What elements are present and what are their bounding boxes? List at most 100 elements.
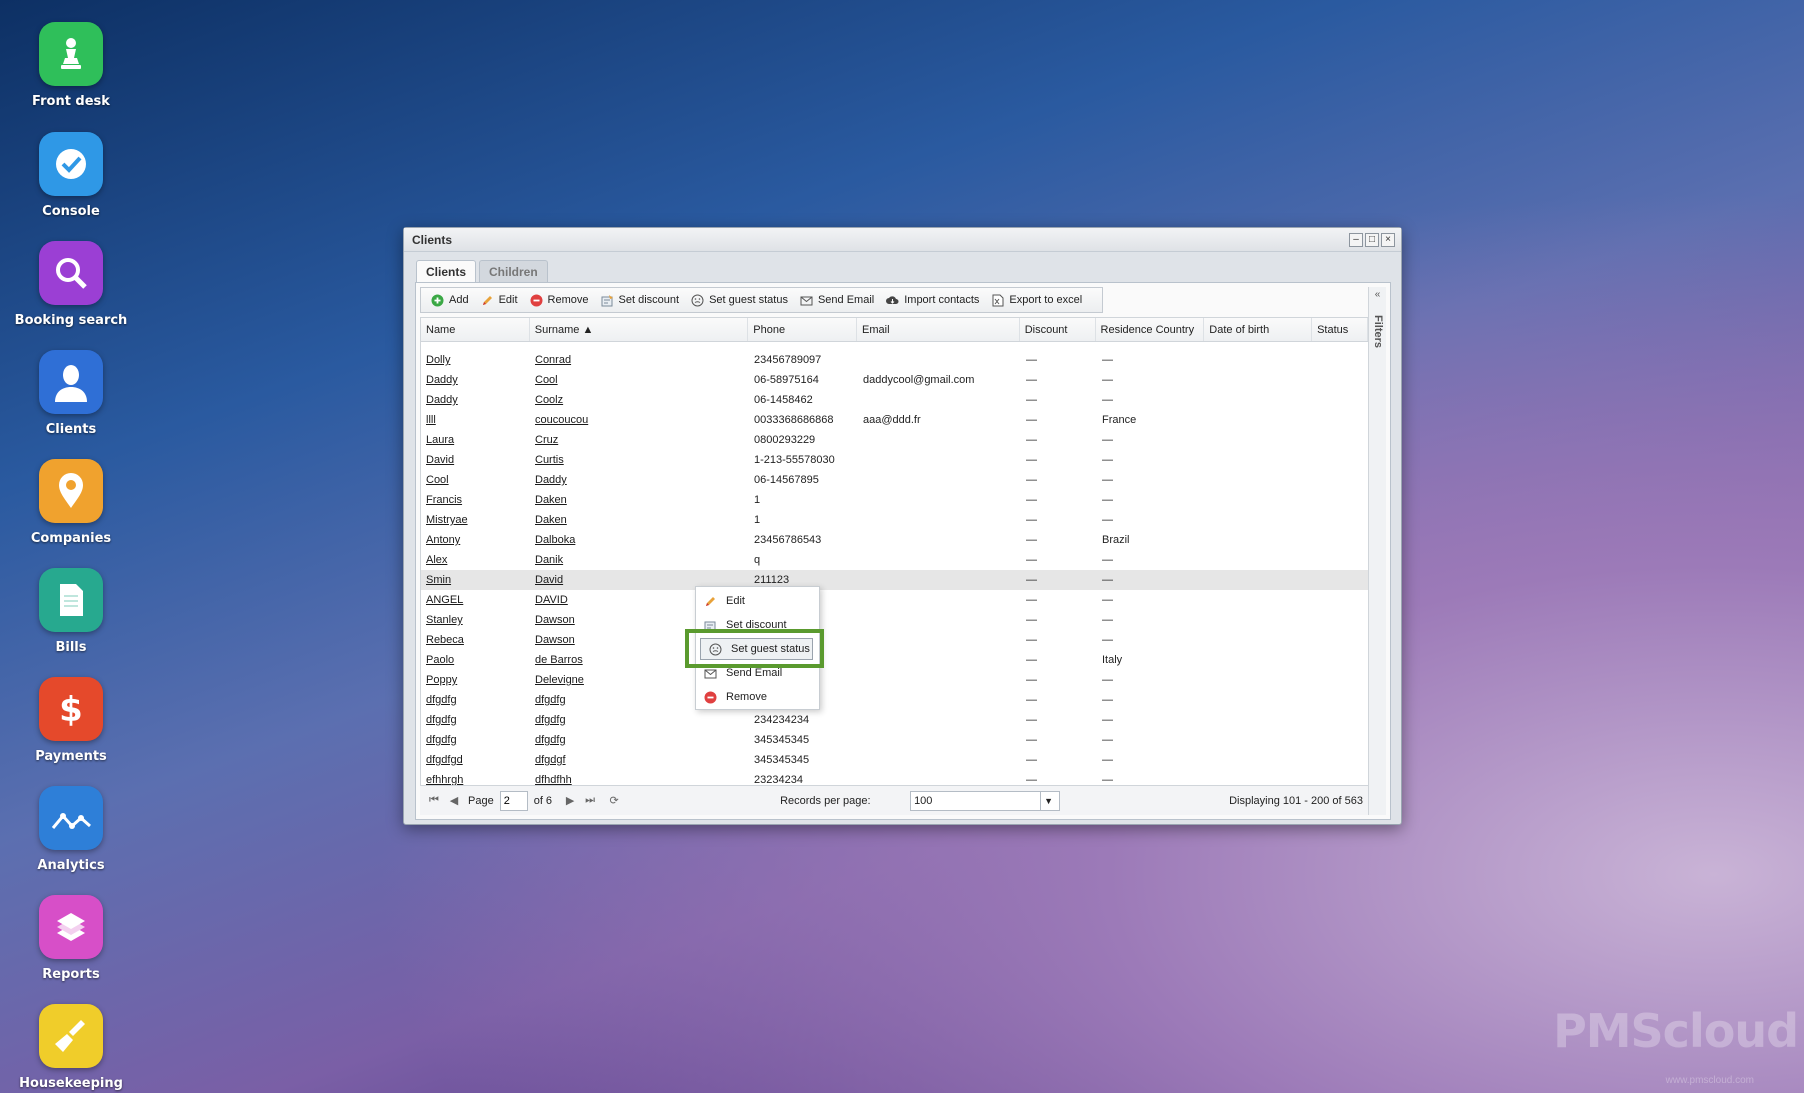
client-name-link[interactable]: Stanley bbox=[426, 614, 463, 626]
client-name-link[interactable]: Dolly bbox=[426, 354, 450, 366]
client-surname-link[interactable]: Curtis bbox=[535, 454, 564, 466]
client-name-link[interactable]: David bbox=[426, 454, 454, 466]
client-surname-link[interactable]: Dalboka bbox=[535, 534, 575, 546]
table-row[interactable]: David Curtis 1-213-55578030 — — bbox=[421, 450, 1370, 470]
column-header-residence-country[interactable]: Residence Country bbox=[1096, 318, 1205, 341]
client-surname-link[interactable]: coucoucou bbox=[535, 414, 588, 426]
client-name-link[interactable]: llll bbox=[426, 414, 436, 426]
expand-chevron-icon[interactable]: « bbox=[1369, 289, 1386, 300]
client-name-link[interactable]: Poppy bbox=[426, 674, 457, 686]
context-menu-send-email[interactable]: Send Email bbox=[696, 662, 821, 684]
table-row[interactable]: Paolode Barros3—Italy bbox=[421, 650, 1370, 670]
client-name-link[interactable]: Antony bbox=[426, 534, 460, 546]
dock-reports[interactable]: Reports bbox=[0, 895, 142, 982]
column-header-phone[interactable]: Phone bbox=[748, 318, 858, 341]
table-row[interactable]: Antony Dalboka 23456786543 — Brazil bbox=[421, 530, 1370, 550]
table-row[interactable]: Daddy Cool 06-58975164 daddycool@gmail.com —… bbox=[421, 370, 1370, 390]
client-surname-link[interactable]: Conrad bbox=[535, 354, 571, 366]
table-row[interactable]: Mistryae Daken 1 — — bbox=[421, 510, 1370, 530]
client-name-link[interactable]: Laura bbox=[426, 434, 454, 446]
table-row[interactable]: dfgdfgd dfgdgf 345345345 — — bbox=[421, 750, 1370, 770]
client-surname-link[interactable]: Danik bbox=[535, 554, 563, 566]
send-email-button[interactable]: Send Email bbox=[794, 294, 880, 307]
table-row[interactable]: Dolly Conrad 23456789097 — — bbox=[421, 350, 1370, 370]
refresh-icon[interactable]: ⟳ bbox=[604, 794, 624, 807]
last-page-icon[interactable]: ⏭ bbox=[580, 794, 600, 807]
client-surname-link[interactable]: DAVID bbox=[535, 594, 568, 606]
table-row[interactable]: dfgdfg dfgdfg 345345345 — — bbox=[421, 730, 1370, 750]
records-per-page-select[interactable]: 100 ▼ bbox=[910, 790, 1061, 811]
client-surname-link[interactable]: Coolz bbox=[535, 394, 563, 406]
chevron-down-icon[interactable]: ▼ bbox=[1040, 791, 1056, 810]
table-row[interactable]: PoppyDelevigne76—— bbox=[421, 670, 1370, 690]
table-row[interactable]: Daddy Coolz 06-1458462 — — bbox=[421, 390, 1370, 410]
client-name-link[interactable]: dfgdfgd bbox=[426, 754, 463, 766]
dock-analytics[interactable]: Analytics bbox=[0, 786, 142, 873]
dock-console[interactable]: Console bbox=[0, 132, 142, 219]
dock-payments[interactable]: $ Payments bbox=[0, 677, 142, 764]
client-name-link[interactable]: dfgdfg bbox=[426, 694, 457, 706]
tab-children[interactable]: Children bbox=[479, 260, 548, 283]
client-surname-link[interactable]: dfgdgf bbox=[535, 754, 566, 766]
dock-bills[interactable]: Bills bbox=[0, 568, 142, 655]
client-surname-link[interactable]: dfgdfg bbox=[535, 694, 566, 706]
table-row[interactable]: Alex Danik q — — bbox=[421, 550, 1370, 570]
client-surname-link[interactable]: Delevigne bbox=[535, 674, 584, 686]
client-name-link[interactable]: Paolo bbox=[426, 654, 454, 666]
column-header-date-of-birth[interactable]: Date of birth bbox=[1204, 318, 1313, 341]
table-row[interactable]: ANGEL DAVID — — bbox=[421, 590, 1370, 610]
minimize-button[interactable]: – bbox=[1349, 233, 1363, 247]
client-surname-link[interactable]: Cruz bbox=[535, 434, 558, 446]
add-button[interactable]: Add bbox=[425, 294, 475, 307]
table-row[interactable]: Francis Daken 1 — — bbox=[421, 490, 1370, 510]
dock-clients[interactable]: Clients bbox=[0, 350, 142, 437]
set-discount-button[interactable]: Set discount bbox=[595, 294, 686, 307]
context-menu-remove[interactable]: Remove bbox=[696, 686, 821, 708]
dock-booking-search[interactable]: Booking search bbox=[0, 241, 142, 328]
client-surname-link[interactable]: Daken bbox=[535, 514, 567, 526]
export-to-excel-button[interactable]: Export to excel bbox=[985, 294, 1088, 307]
client-surname-link[interactable]: Daken bbox=[535, 494, 567, 506]
edit-button[interactable]: Edit bbox=[475, 294, 524, 307]
filters-collapsed-panel[interactable]: « Filters bbox=[1368, 287, 1386, 815]
table-row[interactable]: Smin David 211123 — — bbox=[421, 570, 1370, 590]
tab-clients[interactable]: Clients bbox=[416, 260, 477, 283]
column-header-surname[interactable]: Surname ▲ bbox=[530, 318, 749, 341]
table-row[interactable]: dfgdfg dfgdfg 234234234 — — bbox=[421, 710, 1370, 730]
dock-housekeeping[interactable]: Housekeeping bbox=[0, 1004, 142, 1091]
client-name-link[interactable]: dfgdfg bbox=[426, 734, 457, 746]
set-guest-status-button[interactable]: Set guest status bbox=[685, 294, 794, 307]
client-name-link[interactable]: Rebeca bbox=[426, 634, 464, 646]
table-row[interactable]: RebecaDawson3—— bbox=[421, 630, 1370, 650]
table-row[interactable]: Stanley Dawson — — bbox=[421, 610, 1370, 630]
column-header-discount[interactable]: Discount bbox=[1020, 318, 1096, 341]
context-menu-set-discount[interactable]: Set discount bbox=[696, 614, 821, 636]
client-name-link[interactable]: Mistryae bbox=[426, 514, 468, 526]
table-row[interactable]: dfgdfg dfgdfg — — bbox=[421, 690, 1370, 710]
maximize-button[interactable]: □ bbox=[1365, 233, 1379, 247]
client-name-link[interactable]: Daddy bbox=[426, 394, 458, 406]
client-name-link[interactable]: Daddy bbox=[426, 374, 458, 386]
page-number-input[interactable] bbox=[499, 790, 528, 811]
dock-companies[interactable]: Companies bbox=[0, 459, 142, 546]
next-page-icon[interactable]: ▶ bbox=[560, 794, 580, 807]
column-header-name[interactable]: Name bbox=[421, 318, 530, 341]
remove-button[interactable]: Remove bbox=[524, 294, 595, 307]
client-surname-link[interactable]: David bbox=[535, 574, 563, 586]
table-row[interactable]: Cool Daddy 06-14567895 — — bbox=[421, 470, 1370, 490]
client-surname-link[interactable]: Cool bbox=[535, 374, 558, 386]
client-name-link[interactable]: Francis bbox=[426, 494, 462, 506]
client-name-link[interactable]: Alex bbox=[426, 554, 447, 566]
prev-page-icon[interactable]: ◀ bbox=[444, 794, 464, 807]
client-surname-link[interactable]: Dawson bbox=[535, 634, 575, 646]
context-menu-edit[interactable]: Edit bbox=[696, 590, 821, 612]
client-name-link[interactable]: dfgdfg bbox=[426, 714, 457, 726]
import-contacts-button[interactable]: Import contacts bbox=[880, 294, 985, 307]
client-surname-link[interactable]: de Barros bbox=[535, 654, 583, 666]
close-button[interactable]: × bbox=[1381, 233, 1395, 247]
column-header-status[interactable]: Status bbox=[1312, 318, 1368, 341]
client-name-link[interactable]: Smin bbox=[426, 574, 451, 586]
client-surname-link[interactable]: Daddy bbox=[535, 474, 567, 486]
client-surname-link[interactable]: Dawson bbox=[535, 614, 575, 626]
client-name-link[interactable]: Cool bbox=[426, 474, 449, 486]
